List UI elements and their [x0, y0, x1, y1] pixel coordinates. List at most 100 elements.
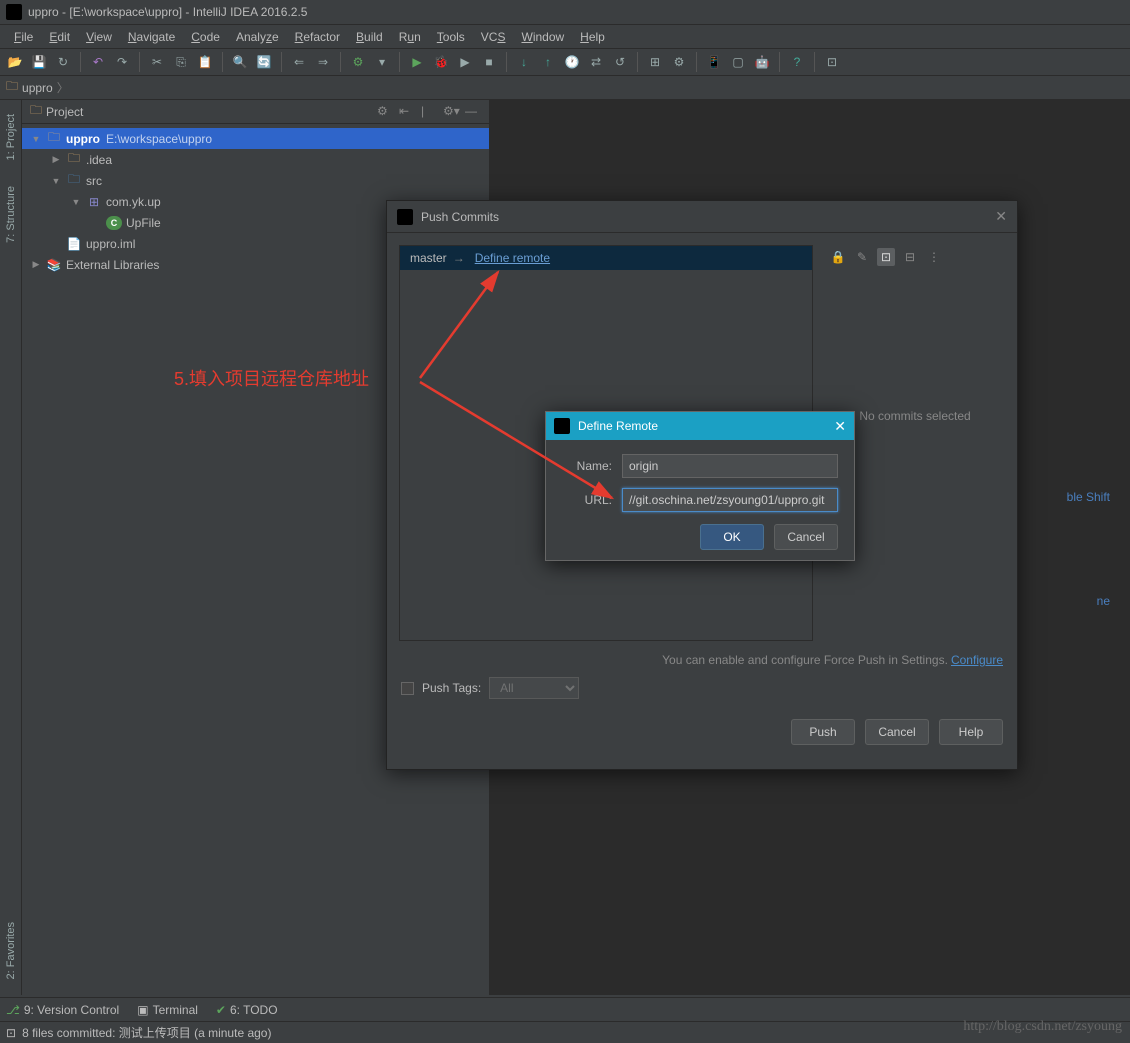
vcs-diff-icon[interactable]: ⇄ [587, 53, 605, 71]
menu-code[interactable]: Code [183, 30, 228, 44]
menu-file[interactable]: File [6, 30, 41, 44]
sdk-icon[interactable]: 📱 [705, 53, 723, 71]
push-tags-select[interactable]: All [489, 677, 579, 699]
dialog-icon [397, 209, 413, 225]
back-icon[interactable]: ⇐ [290, 53, 308, 71]
expand-all-icon[interactable]: ⊡ [877, 248, 895, 266]
tree-root-label: uppro [66, 132, 100, 146]
tab-todo[interactable]: ✔6: TODO [216, 1003, 278, 1017]
breadcrumb-root[interactable]: uppro [22, 81, 53, 95]
forward-icon[interactable]: ⇒ [314, 53, 332, 71]
remote-url-input[interactable] [622, 488, 838, 512]
tree-pkg-label: com.yk.up [106, 195, 161, 209]
hide-icon[interactable]: — [465, 104, 481, 120]
run-icon[interactable]: ▶ [408, 53, 426, 71]
tree-src[interactable]: ▼ 🗀 src [22, 170, 489, 191]
avd-icon[interactable]: ▢ [729, 53, 747, 71]
branch-name: master [410, 251, 447, 265]
help-icon[interactable]: ? [788, 53, 806, 71]
configure-link[interactable]: Configure [951, 653, 1003, 667]
extra-icon[interactable]: ⊡ [823, 53, 841, 71]
remote-name-row: Name: [562, 454, 838, 478]
remote-dialog-title: Define Remote [578, 419, 834, 433]
toggle-collapsed-icon[interactable]: ▶ [50, 154, 62, 165]
lock-icon[interactable]: 🔒 [829, 248, 847, 266]
annotation-text: 5.填入项目远程仓库地址 [174, 365, 369, 391]
remote-dialog-titlebar: Define Remote ✕ [546, 412, 854, 440]
tree-idea[interactable]: ▶ 🗀 .idea [22, 149, 489, 170]
vcs-history-icon[interactable]: 🕐 [563, 53, 581, 71]
branch-row[interactable]: master → Define remote [400, 246, 812, 270]
tab-project[interactable]: 1: Project [3, 108, 19, 166]
gear-icon[interactable]: ⚙ [377, 104, 393, 120]
debug-icon[interactable]: 🐞 [432, 53, 450, 71]
toggle-collapsed-icon[interactable]: ▶ [30, 259, 42, 270]
remote-name-input[interactable] [622, 454, 838, 478]
sync-icon[interactable]: ↻ [54, 53, 72, 71]
redo-icon[interactable]: ↷ [113, 53, 131, 71]
ok-button[interactable]: OK [700, 524, 764, 550]
push-tags-label: Push Tags: [422, 681, 481, 695]
paste-icon[interactable]: 📋 [196, 53, 214, 71]
toggle-expanded-icon[interactable]: ▼ [30, 134, 42, 144]
toggle-expanded-icon[interactable]: ▼ [70, 197, 82, 207]
settings-icon[interactable]: ⚙ [670, 53, 688, 71]
push-dialog-title: Push Commits [421, 210, 995, 224]
copy-icon[interactable]: ⎘ [172, 53, 190, 71]
menu-navigate[interactable]: Navigate [120, 30, 183, 44]
replace-icon[interactable]: 🔄 [255, 53, 273, 71]
group-icon[interactable]: ⋮ [925, 248, 943, 266]
tab-favorites[interactable]: 2: Favorites [3, 916, 19, 985]
module-icon: 🗀 [46, 132, 62, 146]
collapse-icon[interactable]: ⇤ [399, 104, 415, 120]
menu-tools[interactable]: Tools [429, 30, 473, 44]
toggle-expanded-icon[interactable]: ▼ [50, 176, 62, 186]
menu-build[interactable]: Build [348, 30, 391, 44]
define-remote-dialog: Define Remote ✕ Name: URL: OK Cancel [545, 411, 855, 561]
menu-run[interactable]: Run [391, 30, 429, 44]
tab-structure[interactable]: 7: Structure [3, 180, 19, 249]
find-icon[interactable]: 🔍 [231, 53, 249, 71]
push-options: Push Tags: All [387, 667, 1017, 709]
left-gutter: 1: Project 7: Structure 2: Favorites [0, 100, 22, 995]
menubar[interactable]: File Edit View Navigate Code Analyze Ref… [0, 24, 1130, 48]
force-push-hint: You can enable and configure Force Push … [387, 653, 1017, 667]
define-remote-link[interactable]: Define remote [475, 251, 550, 265]
cancel-button[interactable]: Cancel [774, 524, 838, 550]
menu-refactor[interactable]: Refactor [287, 30, 348, 44]
save-icon[interactable]: 💾 [30, 53, 48, 71]
close-icon[interactable]: ✕ [995, 208, 1007, 225]
vcs-revert-icon[interactable]: ↺ [611, 53, 629, 71]
open-icon[interactable]: 📂 [6, 53, 24, 71]
menu-help[interactable]: Help [572, 30, 613, 44]
push-tags-checkbox[interactable] [401, 682, 414, 695]
menu-window[interactable]: Window [513, 30, 572, 44]
help-button[interactable]: Help [939, 719, 1003, 745]
build-icon[interactable]: ⚙ [349, 53, 367, 71]
close-icon[interactable]: ✕ [834, 418, 846, 435]
collapse-all-icon[interactable]: ⊟ [901, 248, 919, 266]
tab-terminal[interactable]: ▣Terminal [137, 1003, 198, 1017]
android-icon[interactable]: 🤖 [753, 53, 771, 71]
menu-analyze[interactable]: Analyze [228, 30, 287, 44]
structure-icon[interactable]: ⊞ [646, 53, 664, 71]
settings-dropdown-icon[interactable]: ⚙▾ [443, 104, 459, 120]
menu-view[interactable]: View [78, 30, 120, 44]
edit-icon[interactable]: ✎ [853, 248, 871, 266]
cut-icon[interactable]: ✂ [148, 53, 166, 71]
cancel-button[interactable]: Cancel [865, 719, 929, 745]
coverage-icon[interactable]: ▶ [456, 53, 474, 71]
tree-root[interactable]: ▼ 🗀 uppro E:\workspace\uppro [22, 128, 489, 149]
vcs-commit-icon[interactable]: ↑ [539, 53, 557, 71]
tab-version-control[interactable]: ⎇9: Version Control [6, 1003, 119, 1017]
menu-edit[interactable]: Edit [41, 30, 78, 44]
push-button[interactable]: Push [791, 719, 855, 745]
tree-iml-label: uppro.iml [86, 237, 135, 251]
undo-icon[interactable]: ↶ [89, 53, 107, 71]
menu-vcs[interactable]: VCS [473, 30, 514, 44]
config-dropdown[interactable]: ▾ [373, 53, 391, 71]
status-bar: ⊡ 8 files committed: 测试上传项目 (a minute ag… [0, 1021, 1130, 1043]
stop-icon[interactable]: ■ [480, 53, 498, 71]
library-icon: 📚 [46, 258, 62, 272]
vcs-update-icon[interactable]: ↓ [515, 53, 533, 71]
